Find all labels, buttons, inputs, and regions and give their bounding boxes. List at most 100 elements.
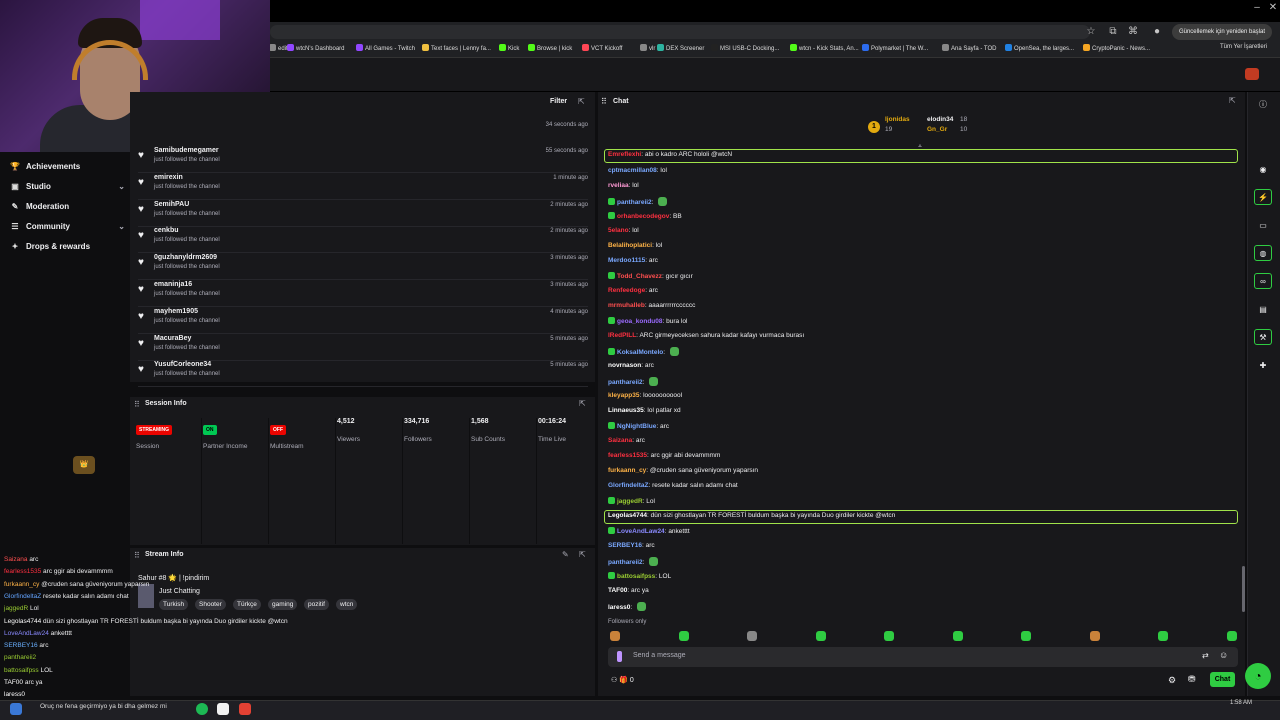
chat-message[interactable]: Emreflexhi: abi o kadro ARC hololi @wtcN — [608, 151, 732, 158]
chat-message[interactable]: cptmacmillan08: lol — [608, 167, 667, 174]
follower-name[interactable]: YusufCorleone34 — [154, 361, 211, 368]
chat-username[interactable]: KoksalMontelo — [617, 349, 663, 356]
sidebar-item-moderation[interactable]: ✎ Moderation — [10, 198, 125, 214]
gear-icon[interactable]: ⚙ — [1168, 675, 1176, 686]
chat-username[interactable]: battosaifpss — [617, 573, 655, 580]
chat-username[interactable]: furkaann_cy — [608, 467, 646, 474]
camera-icon[interactable]: ◉ — [1254, 162, 1272, 178]
status-badge[interactable]: ON — [203, 425, 217, 435]
chat-username[interactable]: kleyapp35 — [608, 392, 639, 399]
stream-tag[interactable]: gaming — [268, 599, 298, 610]
chat-username[interactable]: Todd_Chavezz — [617, 273, 662, 280]
follower-name[interactable]: mayhem1905 — [154, 308, 198, 315]
clip-icon[interactable]: ▭ — [1254, 218, 1272, 234]
bookmark-item[interactable]: Kick — [499, 44, 519, 52]
chat-username[interactable]: panthareii2 — [608, 379, 643, 386]
chat-username[interactable]: 5elano — [608, 227, 629, 234]
url-field[interactable] — [270, 25, 1090, 39]
close-icon[interactable]: ✕ — [1266, 1, 1280, 15]
puzzle-icon[interactable]: ⌘ — [1126, 25, 1140, 39]
chat-username[interactable]: Legolas4744 — [608, 512, 647, 519]
chat-message[interactable]: rveliaa: lol — [608, 182, 639, 189]
start-icon[interactable] — [10, 703, 22, 715]
bookmark-item[interactable]: MSI USB-C Docking... — [711, 44, 779, 52]
chat-message[interactable]: lRedPILL: ARC girmeyeceksen sahura kadar… — [608, 332, 804, 339]
minimize-icon[interactable]: – — [1250, 1, 1264, 15]
chat-message[interactable]: mrmuhalleb: aaaarrrrrrcccccc — [608, 302, 695, 309]
chat-username[interactable]: mrmuhalleb — [608, 302, 645, 309]
bookmark-item[interactable]: VCT Kickoff — [582, 44, 622, 52]
spotify-icon[interactable] — [196, 703, 208, 715]
status-badge[interactable]: OFF — [270, 425, 286, 435]
chat-bubble-icon[interactable]: ◍ — [1254, 245, 1272, 261]
activity-item[interactable]: ♥ cenkbu just followed the channel 2 minute… — [138, 227, 588, 254]
chat-username[interactable]: Belalihoplatici — [608, 242, 652, 249]
edit-icon[interactable]: ✎ — [562, 550, 569, 559]
chat-username[interactable]: cptmacmillan08 — [608, 167, 657, 174]
sidebar-item-achievements[interactable]: 🏆 Achievements — [10, 158, 125, 174]
star-icon[interactable]: ☆ — [1084, 25, 1098, 39]
drag-handle-icon[interactable]: ⠿ — [134, 551, 140, 560]
sidebar-item-studio[interactable]: ▣ Studio ⌄ — [10, 178, 125, 194]
wrench-icon[interactable]: ⚒ — [1254, 329, 1272, 345]
chrome-icon[interactable] — [239, 703, 251, 715]
bookmark-item[interactable]: DEX Screener — [657, 44, 704, 52]
chat-message[interactable]: orhanbecodegov: BB — [608, 211, 682, 220]
ad-icon[interactable]: ▤ — [1254, 302, 1272, 318]
translate-icon[interactable]: ⇄ — [1202, 651, 1209, 660]
bookmark-item[interactable]: Text faces | Lenny fa... — [422, 44, 491, 52]
chat-message[interactable]: Belalihoplatici: lol — [608, 242, 662, 249]
update-button[interactable]: Güncellemek için yeniden başlat — [1172, 24, 1272, 40]
chat-username[interactable]: TAF00 — [608, 587, 627, 594]
drag-handle-icon[interactable]: ⠿ — [134, 400, 140, 409]
emote-icon[interactable] — [1158, 631, 1168, 641]
activity-item[interactable]: ♥ YusufCorleone34 just followed the channe… — [138, 361, 588, 388]
chat-username[interactable]: rveliaa — [608, 182, 629, 189]
chat-username[interactable]: NgNightBlue — [617, 423, 656, 430]
follower-name[interactable]: cenkbu — [154, 227, 179, 234]
chat-message[interactable]: fearless1535: arc ggir abi devammmm — [608, 452, 720, 459]
follower-name[interactable]: 0guzhanyldrm2609 — [154, 254, 217, 261]
chat-scrollbar[interactable] — [1242, 566, 1245, 612]
popout-icon[interactable]: ⇱ — [579, 550, 586, 559]
extension-icon[interactable]: ⧉ — [1106, 25, 1120, 39]
chat-message[interactable]: Todd_Chavezz: gıcır gıcır — [608, 271, 693, 280]
gift-icon[interactable]: ⛃ — [1188, 674, 1196, 685]
filter-button[interactable]: Filter — [550, 98, 567, 105]
chat-message[interactable]: kleyapp35: looooooooool — [608, 392, 682, 399]
emote-icon[interactable] — [1021, 631, 1031, 641]
popout-icon[interactable]: ⇱ — [1229, 96, 1236, 105]
chat-message[interactable]: GlorfindeltaZ: resete kadar salın adamı … — [608, 482, 738, 489]
chat-message[interactable]: 5elano: lol — [608, 227, 639, 234]
profile-icon[interactable]: ● — [1150, 25, 1164, 39]
chat-message[interactable]: Saizana: arc — [608, 437, 645, 444]
emote-icon[interactable] — [610, 631, 620, 641]
emote-icon[interactable] — [1089, 631, 1100, 641]
chat-leaderboard[interactable]: 1 ljonidas 19 elodin34 18 Gn_Gr 10 — [868, 116, 988, 140]
bookmark-item[interactable]: OpenSea, the larges... — [1005, 44, 1074, 52]
chat-support-icon[interactable]: ◔ — [1245, 663, 1271, 689]
emote-icon[interactable] — [678, 631, 689, 641]
sidebar-item-community[interactable]: ☰ Community ⌄ — [10, 218, 125, 234]
chat-username[interactable]: panthareii2 — [617, 199, 652, 206]
chat-message[interactable]: Legolas4744: dün sizi ghostlayan TR FORE… — [608, 512, 895, 519]
follower-name[interactable]: emaninja16 — [154, 281, 192, 288]
chat-username[interactable]: laress0 — [608, 604, 630, 611]
chat-identity-icon[interactable] — [617, 651, 622, 662]
chat-username[interactable]: jaggedR — [617, 498, 643, 505]
chat-username[interactable]: panthareii2 — [608, 559, 643, 566]
drag-handle-icon[interactable]: ⠿ — [601, 97, 607, 106]
lightning-icon[interactable]: ⚡ — [1254, 189, 1272, 205]
chat-username[interactable]: Saizana — [608, 437, 632, 444]
chat-input[interactable] — [608, 647, 1238, 667]
chat-username[interactable]: Emreflexhi — [608, 151, 641, 158]
bookmark-item[interactable]: Polymarket | The W... — [862, 44, 928, 52]
chat-message[interactable]: panthareii2: — [608, 196, 668, 206]
stream-tag[interactable]: wtcn — [336, 599, 358, 610]
bookmark-item[interactable]: edit — [269, 44, 288, 52]
activity-item[interactable]: ♥ mayhem1905 just followed the channel 4 mi… — [138, 308, 588, 334]
chat-message[interactable]: panthareii2: — [608, 557, 659, 566]
stream-tag[interactable]: Türkçe — [233, 599, 261, 610]
chat-username[interactable]: SERBEY16 — [608, 542, 642, 549]
chat-message[interactable]: furkaann_cy: @cruden sana güveniyorum ya… — [608, 467, 758, 474]
